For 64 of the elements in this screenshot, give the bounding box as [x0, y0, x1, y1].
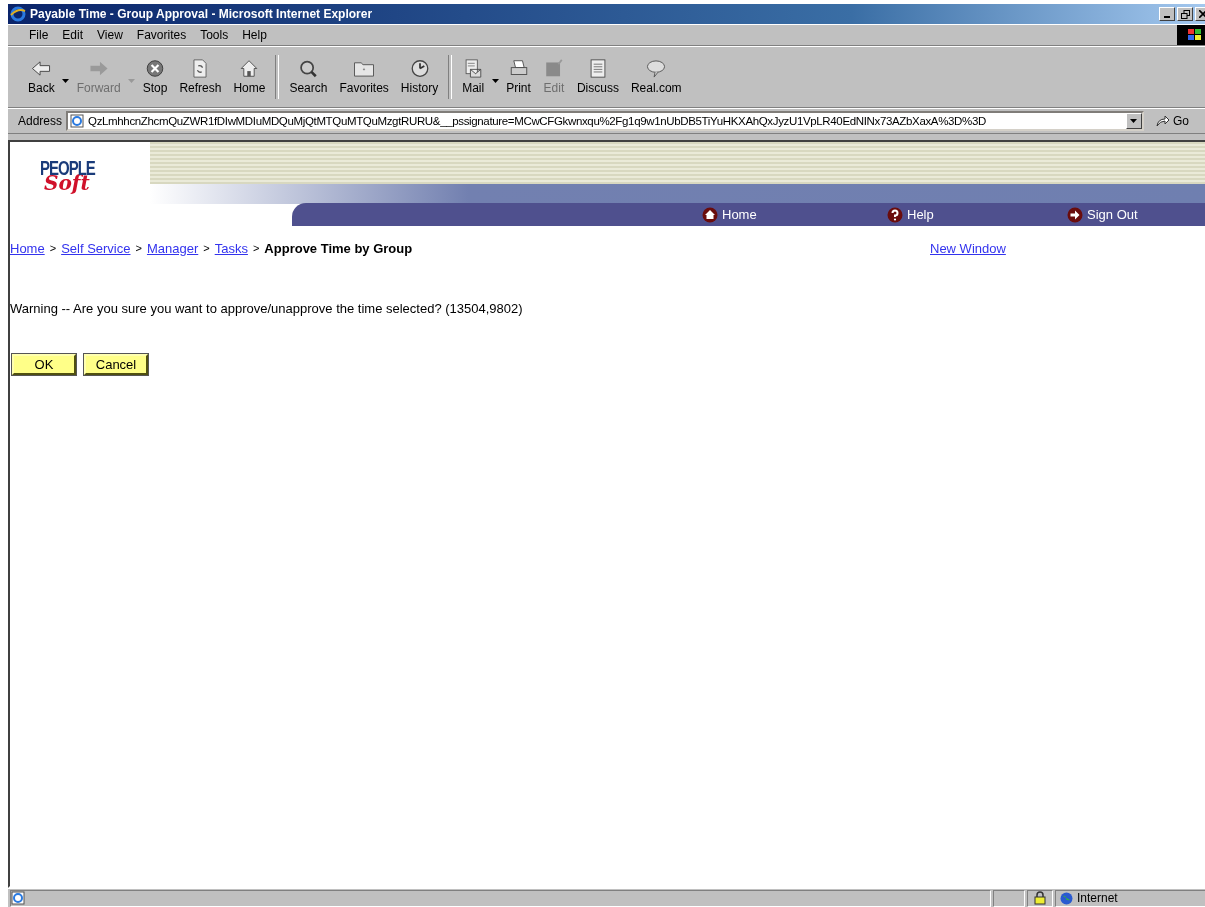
breadcrumb-link[interactable]: Tasks — [214, 240, 248, 256]
restore-button[interactable] — [1177, 7, 1193, 21]
restore-icon — [1180, 9, 1190, 19]
back-arrow-icon — [30, 59, 53, 78]
breadcrumb-current: Approve Time by Group — [264, 240, 413, 256]
caret-icon[interactable] — [491, 79, 499, 83]
toolbar-button[interactable]: Print — [500, 55, 537, 99]
close-icon — [1199, 10, 1205, 18]
lock-icon — [1034, 891, 1046, 905]
nav-link[interactable]: Sign Out — [1067, 206, 1138, 223]
breadcrumb-link[interactable]: Manager — [146, 240, 199, 256]
help-icon — [887, 206, 903, 223]
caret-icon[interactable] — [62, 79, 70, 83]
speech-bubble-icon — [645, 59, 668, 78]
nav-link[interactable]: Help — [887, 206, 1067, 223]
toolbar-button[interactable]: Stop — [136, 55, 174, 99]
dropdown-button[interactable] — [1126, 113, 1142, 129]
go-arrow-icon — [1156, 115, 1170, 127]
toolbar-button[interactable]: Mail — [456, 55, 491, 99]
caret-icon — [1130, 119, 1138, 123]
forward-arrow-icon — [87, 59, 110, 78]
status-pane — [993, 889, 1025, 907]
minimize-button[interactable] — [1159, 7, 1175, 21]
toolbar-button[interactable]: Refresh — [173, 55, 228, 99]
dialog-button[interactable]: OK — [12, 354, 76, 375]
toolbar-button[interactable]: Back — [22, 55, 61, 99]
page-icon — [70, 114, 85, 128]
page-icon — [11, 891, 25, 905]
toolbar-button[interactable]: Favorites — [333, 55, 395, 99]
go-button[interactable]: Go — [1148, 114, 1205, 128]
menu-item[interactable]: Help — [235, 26, 274, 44]
menu-item[interactable]: View — [90, 26, 130, 44]
menu-item[interactable]: Edit — [55, 26, 91, 44]
folder-icon — [353, 59, 376, 78]
home-icon — [702, 206, 718, 223]
breadcrumb-separator: > — [48, 242, 58, 254]
window-title: Payable Time - Group Approval - Microsoft Internet Explorer — [30, 7, 373, 21]
breadcrumb-link[interactable]: Self Service — [61, 240, 131, 256]
nav-link[interactable]: Home — [702, 206, 887, 223]
toolbar-button[interactable]: Discuss — [570, 55, 625, 99]
arrow-right-icon — [1067, 206, 1083, 223]
windows-flag-icon — [1177, 25, 1205, 45]
browser-logo-icon — [10, 6, 26, 22]
breadcrumb-separator: > — [134, 242, 143, 254]
toolbar-button[interactable]: History — [394, 55, 445, 99]
menu-item[interactable]: Tools — [193, 26, 236, 44]
menu-item[interactable]: File — [22, 26, 56, 44]
new-window-link[interactable]: New Window — [930, 240, 1006, 256]
address-label: Address — [18, 114, 63, 128]
toolbar-button[interactable]: Search — [283, 55, 334, 99]
breadcrumb-link[interactable]: Home — [10, 240, 45, 256]
search-icon — [297, 59, 320, 78]
breadcrumb-separator: > — [251, 242, 261, 254]
home-icon — [238, 59, 261, 78]
document-icon — [587, 59, 608, 78]
menu-item[interactable]: Favorites — [129, 26, 194, 44]
toolbar-button[interactable]: Real.com — [624, 55, 688, 99]
zone-label: Internet — [1077, 891, 1118, 905]
toolbar-button[interactable]: Home — [227, 55, 272, 99]
dialog-button[interactable]: Cancel — [84, 354, 148, 375]
globe-icon — [1060, 891, 1073, 905]
warning-message: Warning -- Are you sure you want to approve/unapprove the time selected? (13504,9802) — [10, 301, 524, 316]
address-field[interactable]: QzLmhhcnZhcmQuZWR1fDIwMDIuMDQuMjQtMTQuMTQuMzgtRURU&__pssignature=MCwCFGkwnxqu%2Fg1q9w1nUbDB5TiYuHKXAhQxJyzU1VpLR40EdNINx73AZbXaxA%3D%3D — [66, 111, 1144, 131]
breadcrumb-separator: > — [202, 242, 211, 254]
